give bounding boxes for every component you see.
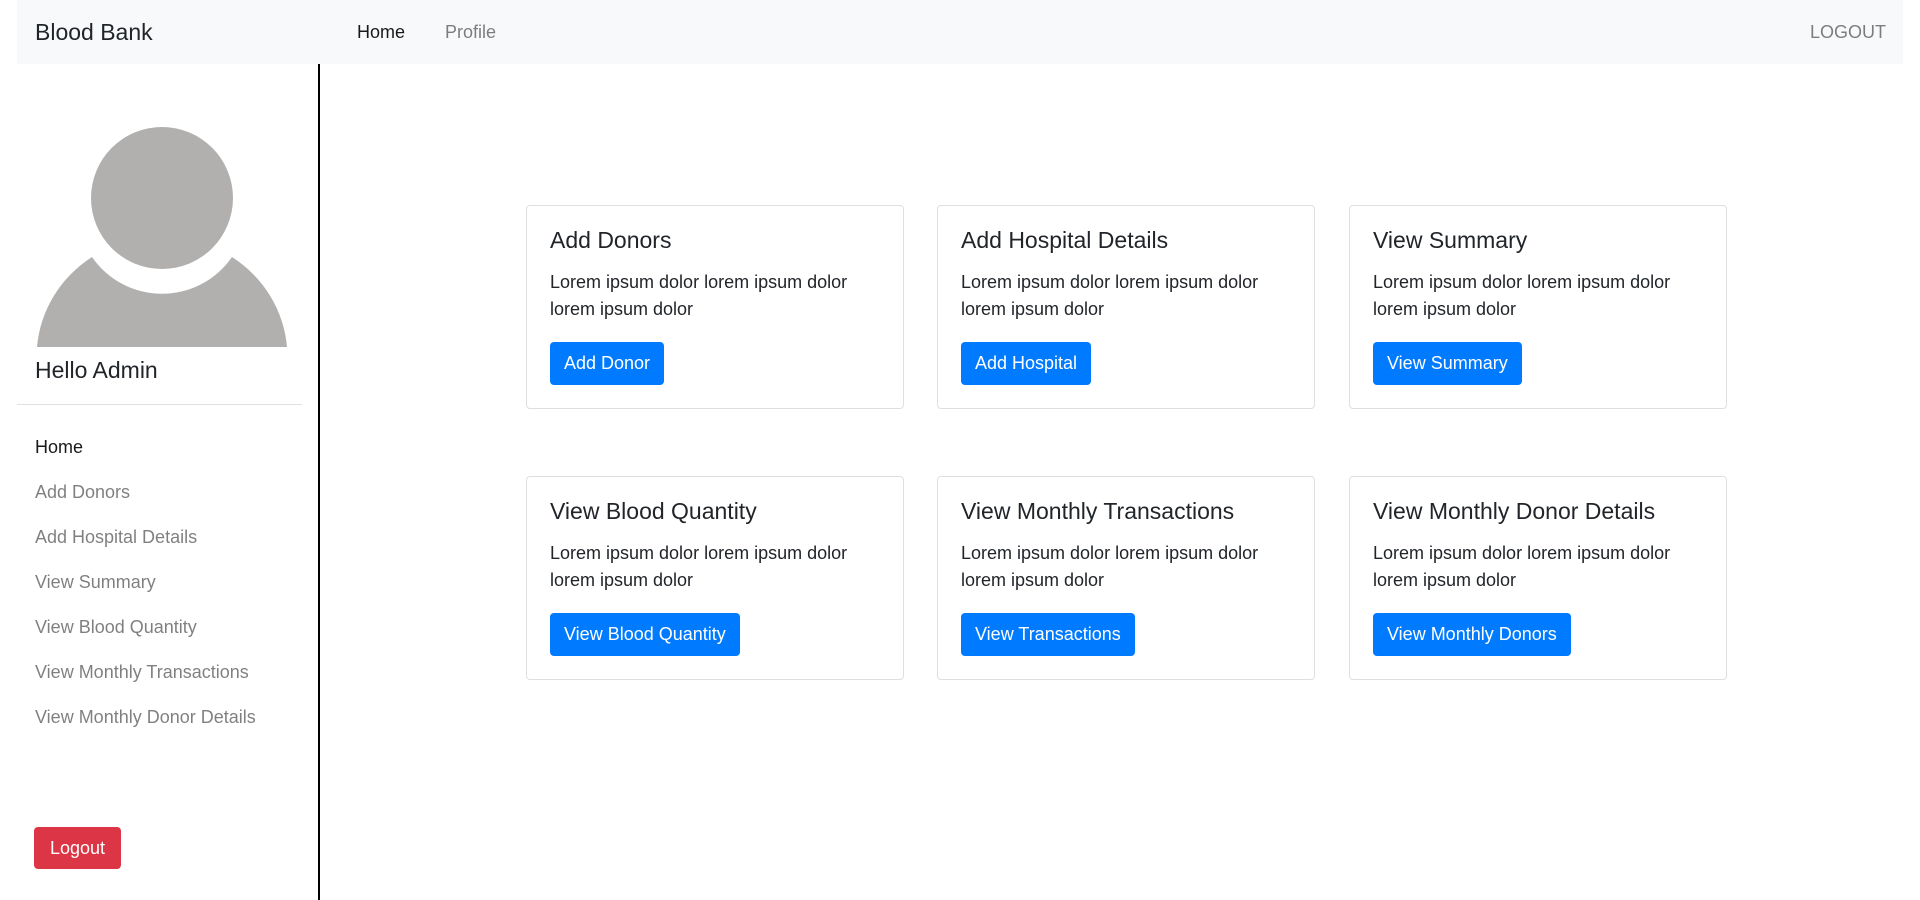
navbar-logout-link[interactable]: LOGOUT: [1810, 0, 1886, 64]
card-text: Lorem ipsum dolor lorem ipsum dolor lore…: [550, 272, 848, 319]
sidebar-item-view-blood-quantity[interactable]: View Blood Quantity: [35, 614, 256, 659]
greeting-text: Hello Admin: [35, 357, 158, 383]
nav-links: Home Profile: [357, 0, 536, 64]
top-navbar: Blood Bank Home Profile LOGOUT: [17, 0, 1903, 64]
card-view-monthly-transactions: View Monthly Transactions Lorem ipsum do…: [937, 476, 1315, 680]
card-title: Add Hospital Details: [961, 227, 1169, 253]
view-blood-quantity-button[interactable]: View Blood Quantity: [550, 613, 740, 656]
sidebar-divider: [17, 404, 302, 405]
card-text: Lorem ipsum dolor lorem ipsum dolor lore…: [1373, 543, 1671, 590]
card-text: Lorem ipsum dolor lorem ipsum dolor lore…: [961, 543, 1259, 590]
nav-link-home[interactable]: Home: [357, 22, 405, 43]
card-add-hospital-details: Add Hospital Details Lorem ipsum dolor l…: [937, 205, 1315, 409]
sidebar-item-view-monthly-transactions[interactable]: View Monthly Transactions: [35, 659, 256, 704]
sidebar-item-add-hospital-details[interactable]: Add Hospital Details: [35, 524, 256, 569]
nav-link-profile[interactable]: Profile: [445, 22, 496, 43]
card-title: View Summary: [1373, 227, 1528, 253]
card-title: View Monthly Donor Details: [1373, 498, 1656, 524]
brand-title[interactable]: Blood Bank: [35, 0, 153, 64]
sidebar-item-home[interactable]: Home: [35, 434, 256, 479]
card-text: Lorem ipsum dolor lorem ipsum dolor lore…: [1373, 272, 1671, 319]
logout-button[interactable]: Logout: [34, 827, 121, 869]
card-view-monthly-donor-details: View Monthly Donor Details Lorem ipsum d…: [1349, 476, 1727, 680]
view-monthly-donors-button[interactable]: View Monthly Donors: [1373, 613, 1571, 656]
card-add-donors: Add Donors Lorem ipsum dolor lorem ipsum…: [526, 205, 904, 409]
add-hospital-button[interactable]: Add Hospital: [961, 342, 1092, 385]
sidebar-item-add-donors[interactable]: Add Donors: [35, 479, 256, 524]
card-text: Lorem ipsum dolor lorem ipsum dolor lore…: [550, 543, 848, 590]
sidebar-item-view-monthly-donor-details[interactable]: View Monthly Donor Details: [35, 704, 256, 749]
card-view-blood-quantity: View Blood Quantity Lorem ipsum dolor lo…: [526, 476, 904, 680]
card-view-summary: View Summary Lorem ipsum dolor lorem ips…: [1349, 205, 1727, 409]
sidebar-menu: Home Add Donors Add Hospital Details Vie…: [35, 434, 256, 749]
view-transactions-button[interactable]: View Transactions: [961, 613, 1135, 656]
sidebar: Hello Admin Home Add Donors Add Hospital…: [17, 64, 320, 900]
card-title: View Monthly Transactions: [961, 498, 1235, 524]
view-summary-button[interactable]: View Summary: [1373, 342, 1522, 385]
user-avatar-icon: [37, 127, 287, 347]
sidebar-item-view-summary[interactable]: View Summary: [35, 569, 256, 614]
card-title: Add Donors: [550, 227, 672, 253]
card-title: View Blood Quantity: [550, 498, 757, 524]
add-donor-button[interactable]: Add Donor: [550, 342, 665, 385]
card-text: Lorem ipsum dolor lorem ipsum dolor lore…: [961, 272, 1259, 319]
